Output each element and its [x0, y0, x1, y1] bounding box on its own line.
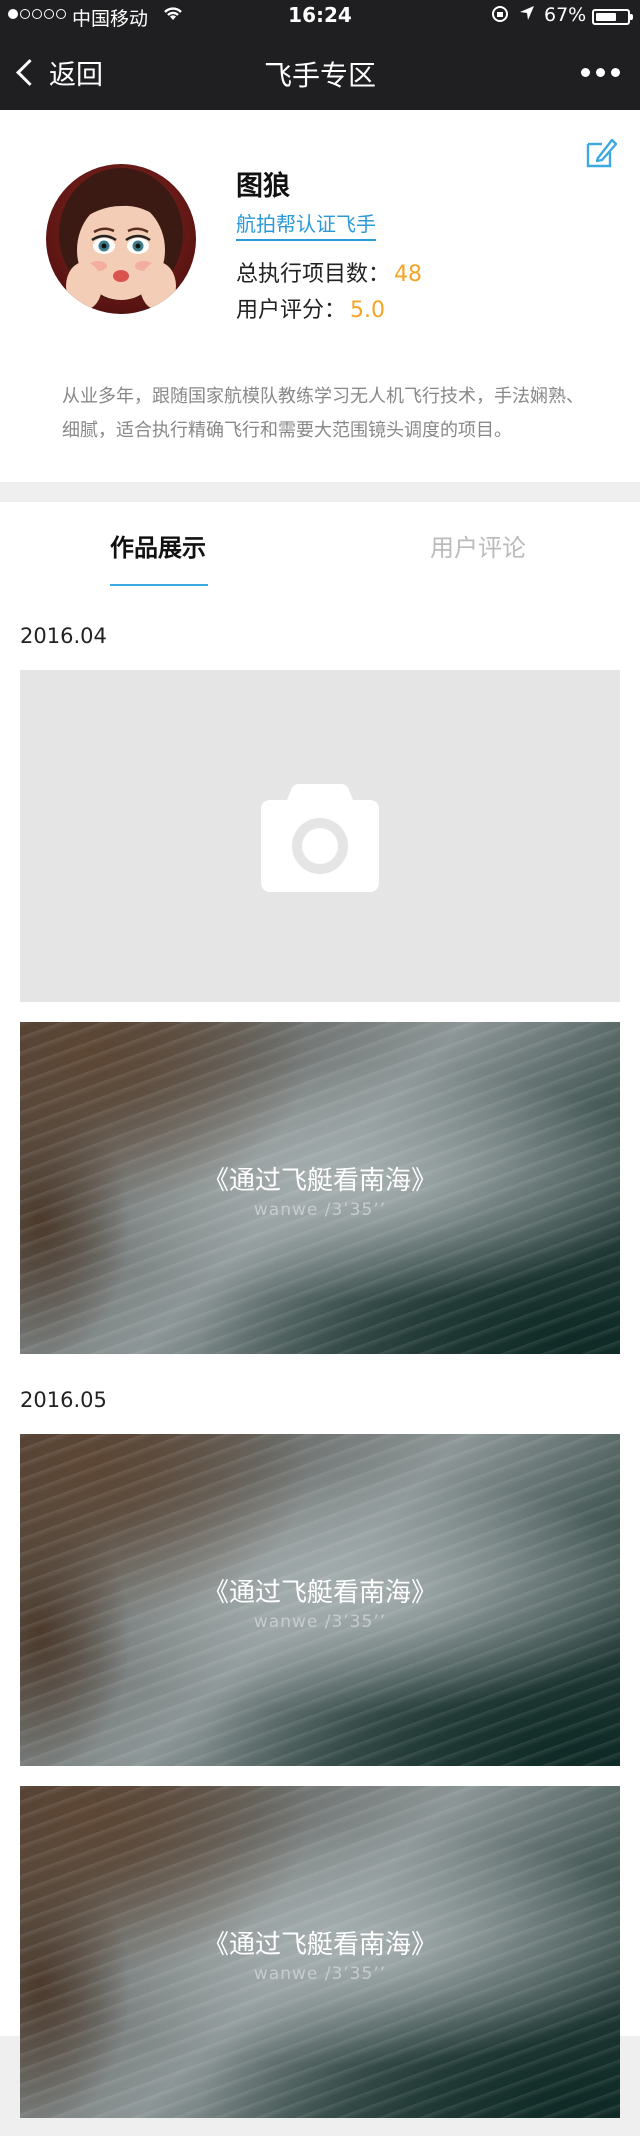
- video-title: 《通过飞艇看南海》: [202, 1578, 437, 1608]
- video-meta: wanwe /3’35’’: [253, 1964, 387, 1984]
- photo-placeholder[interactable]: [20, 670, 620, 1002]
- more-dots-icon: [581, 68, 590, 77]
- pilot-name: 图狼: [236, 171, 290, 202]
- edit-icon[interactable]: [584, 136, 618, 170]
- rating-value: 5.0: [350, 298, 386, 323]
- camera-icon: [261, 784, 379, 892]
- section-divider: [0, 482, 640, 502]
- projects-label: 总执行项目数：: [236, 262, 391, 287]
- content-tabs: 作品展示 用户评论: [0, 502, 640, 586]
- video-meta: wanwe /3’35’’: [253, 1200, 387, 1220]
- video-title: 《通过飞艇看南海》: [202, 1930, 437, 1960]
- avatar: [46, 164, 196, 314]
- battery-icon: [592, 9, 633, 25]
- video-card[interactable]: 《通过飞艇看南海》 wanwe /3’35’’: [20, 1786, 620, 2118]
- video-meta: wanwe /3’35’’: [253, 1612, 387, 1632]
- certification-link[interactable]: 航拍帮认证飞手: [236, 208, 376, 241]
- location-arrow-icon: [518, 4, 536, 27]
- battery-percentage: 67%: [544, 4, 587, 26]
- video-title: 《通过飞艇看南海》: [202, 1166, 437, 1196]
- projects-stat: 总执行项目数： 48: [236, 256, 422, 288]
- active-tab-indicator: [110, 584, 208, 586]
- video-card[interactable]: 《通过飞艇看南海》 wanwe /3’35’’: [20, 1434, 620, 1766]
- work-date-label: 2016.04: [20, 624, 107, 648]
- battery-fill: [596, 13, 616, 21]
- tab-works[interactable]: 作品展示: [110, 528, 206, 563]
- more-button[interactable]: [581, 68, 620, 77]
- page-title: 飞手专区: [263, 59, 376, 92]
- pilot-profile: 图狼 航拍帮认证飞手 总执行项目数： 48 用户评分： 5.0 从业多年，跟随国家航…: [0, 110, 640, 482]
- status-bar: 中国移动 16:24 67%: [0, 0, 640, 32]
- tab-reviews[interactable]: 用户评论: [430, 528, 526, 563]
- projects-value: 48: [394, 262, 423, 287]
- rating-stat: 用户评分： 5.0: [236, 292, 385, 324]
- nav-bar: 返回 飞手专区: [0, 32, 640, 110]
- rating-label: 用户评分：: [236, 298, 347, 323]
- work-date-label: 2016.05: [20, 1388, 107, 1412]
- video-card[interactable]: 《通过飞艇看南海》 wanwe /3’35’’: [20, 1022, 620, 1354]
- rotation-lock-icon: [490, 4, 510, 29]
- pilot-description: 从业多年，跟随国家航模队教练学习无人机飞行技术，手法娴熟、细腻，适合执行精确飞行…: [62, 386, 584, 441]
